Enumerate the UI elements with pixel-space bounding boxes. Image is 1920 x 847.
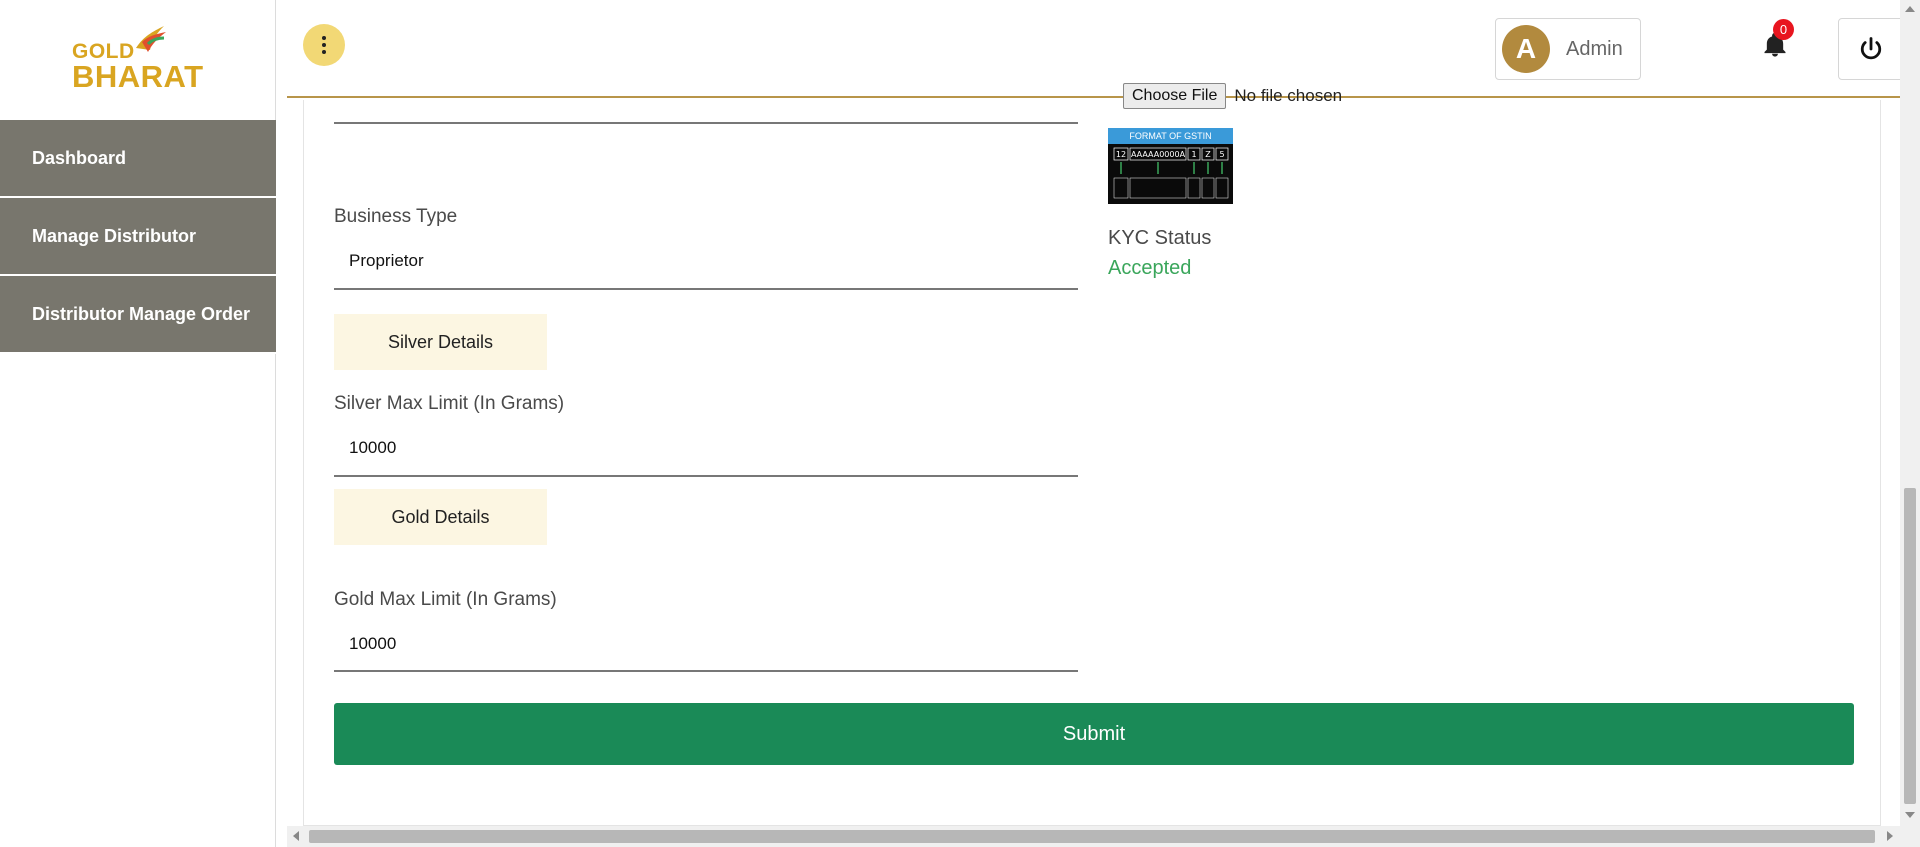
gold-max-limit-underline xyxy=(334,670,1078,672)
vertical-scrollbar[interactable] xyxy=(1900,0,1920,847)
gstin-segment: 5 xyxy=(1219,150,1224,159)
avatar: A xyxy=(1502,25,1550,73)
horizontal-scrollbar[interactable] xyxy=(287,826,1900,847)
file-status-text: No file chosen xyxy=(1234,86,1343,105)
submit-button[interactable]: Submit xyxy=(334,703,1854,765)
scroll-down-icon[interactable] xyxy=(1905,812,1915,818)
logout-button[interactable] xyxy=(1838,18,1904,80)
more-menu-button[interactable] xyxy=(303,24,345,66)
gstin-file-input[interactable]: Choose File No file chosen xyxy=(1123,78,1342,114)
scroll-left-icon[interactable] xyxy=(293,831,299,841)
gstin-segment: Z xyxy=(1205,150,1211,159)
business-type-label: Business Type xyxy=(334,206,458,227)
choose-file-button[interactable]: Choose File xyxy=(1123,83,1227,109)
silver-max-limit-underline xyxy=(334,475,1078,477)
gstin-segment: AAAAA0000A xyxy=(1131,150,1186,159)
kyc-status-label: KYC Status xyxy=(1108,227,1212,249)
scroll-up-icon[interactable] xyxy=(1905,6,1915,12)
scroll-right-icon[interactable] xyxy=(1887,831,1893,841)
sidebar-nav: Dashboard Manage Distributor Distributor… xyxy=(0,120,276,354)
sidebar-item-dashboard[interactable]: Dashboard xyxy=(0,120,276,198)
silver-details-button[interactable]: Silver Details xyxy=(334,314,547,370)
gstin-segment: 1 xyxy=(1191,150,1196,159)
previous-field-underline xyxy=(334,122,1078,124)
logo-line2: BHARAT xyxy=(72,59,204,94)
sidebar-item-manage-distributor[interactable]: Manage Distributor xyxy=(0,198,276,276)
horizontal-scroll-thumb[interactable] xyxy=(309,830,1875,843)
sidebar-item-label: Dashboard xyxy=(32,147,127,168)
kyc-status-value: Accepted xyxy=(1108,257,1192,279)
submit-label: Submit xyxy=(1062,722,1126,745)
business-type-field[interactable]: Proprietor xyxy=(349,251,424,271)
power-icon xyxy=(1860,37,1882,60)
notification-count-badge: 0 xyxy=(1773,19,1794,40)
user-menu-button[interactable]: A Admin xyxy=(1495,18,1641,80)
silver-max-limit-label: Silver Max Limit (In Grams) xyxy=(334,393,565,414)
business-type-underline xyxy=(334,288,1078,290)
gstin-format-diagram: 12 AAAAA0000A 1 Z 5 xyxy=(1113,147,1229,199)
vertical-scroll-thumb[interactable] xyxy=(1904,488,1916,804)
gstin-segment: 12 xyxy=(1116,150,1126,159)
gold-bharat-logo[interactable]: GOLD BHARAT xyxy=(66,20,216,94)
sidebar: GOLD BHARAT Dashboard Manage Distributor… xyxy=(0,0,276,847)
gstin-format-image: FORMAT OF GSTIN 12 AAAAA0000A 1 Z 5 xyxy=(1108,128,1233,204)
silver-max-limit-input[interactable]: 10000 xyxy=(349,438,396,458)
gold-max-limit-label: Gold Max Limit (In Grams) xyxy=(334,589,557,610)
gold-details-button[interactable]: Gold Details xyxy=(334,489,547,545)
bird-logo-icon xyxy=(136,26,166,52)
sidebar-item-label: Distributor Manage Order xyxy=(32,303,251,324)
silver-details-label: Silver Details xyxy=(387,331,494,352)
more-vertical-icon xyxy=(322,36,326,54)
sidebar-item-distributor-manage-order[interactable]: Distributor Manage Order xyxy=(0,276,276,354)
gold-details-label: Gold Details xyxy=(391,506,490,527)
gold-max-limit-input[interactable]: 10000 xyxy=(349,634,396,654)
sidebar-item-label: Manage Distributor xyxy=(32,225,197,246)
user-name: Admin xyxy=(1566,37,1623,60)
gstin-format-title: FORMAT OF GSTIN xyxy=(1108,128,1233,144)
top-header: A Admin 0 xyxy=(287,0,1904,98)
